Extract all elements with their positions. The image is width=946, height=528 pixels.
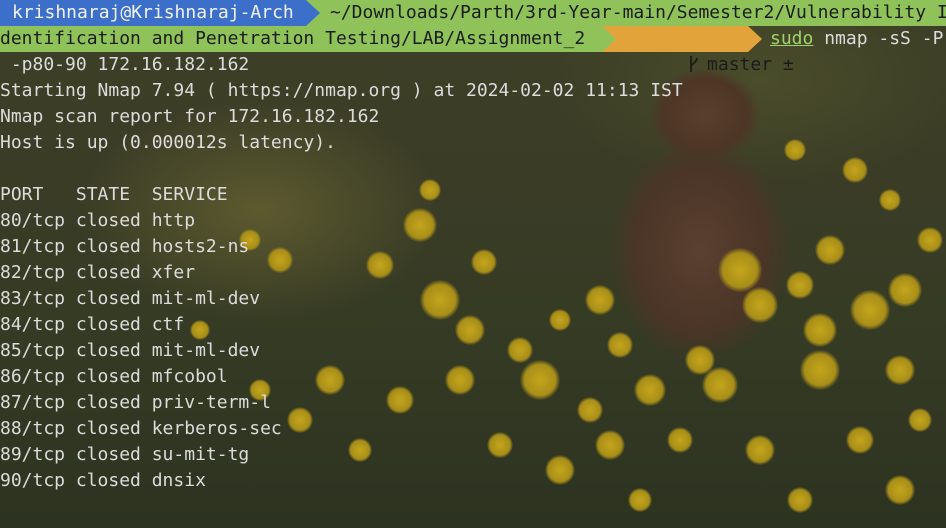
port-row: 81/tcp closed hosts2-ns — [0, 236, 250, 257]
port-row: 80/tcp closed http — [0, 210, 196, 231]
command-args: nmap -sS -P — [813, 28, 944, 49]
git-branch-icon — [690, 56, 698, 72]
output-line: PORT STATE SERVICE — [0, 184, 228, 205]
port-row: 87/tcp closed priv-term-l — [0, 392, 271, 413]
prompt-separator-arrow — [602, 26, 616, 52]
command-sudo: sudo — [770, 28, 814, 49]
output-line: Nmap scan report for 172.16.182.162 — [0, 106, 380, 127]
prompt-separator-arrow — [748, 26, 762, 52]
port-row: 85/tcp closed mit-ml-dev — [0, 340, 261, 361]
output-line: Starting Nmap 7.94 ( https://nmap.org ) … — [0, 80, 683, 101]
prompt-line-1: krishnaraj@Krishnaraj-Arch ~/Downloads/P… — [0, 0, 946, 26]
port-row: 90/tcp closed dnsix — [0, 470, 206, 491]
port-row: 86/tcp closed mfcobol — [0, 366, 228, 387]
git-branch-name: master ± — [707, 54, 794, 75]
prompt-line-2: dentification and Penetration Testing/LA… — [0, 26, 946, 75]
command-input[interactable]: sudo nmap -sS -P — [770, 26, 943, 52]
port-row: 84/tcp closed ctf — [0, 314, 185, 335]
port-row: 89/tcp closed su-mit-tg — [0, 444, 250, 465]
prompt-path-line-1: ~/Downloads/Parth/3rd-Year-main/Semester… — [320, 0, 946, 26]
port-row: 82/tcp closed xfer — [0, 262, 196, 283]
port-row: 83/tcp closed mit-ml-dev — [0, 288, 261, 309]
output-line: Host is up (0.000012s latency). — [0, 132, 336, 153]
command-continuation: -p80-90 172.16.182.162 — [0, 54, 250, 75]
port-row: 88/tcp closed kerberos-sec — [0, 418, 282, 439]
prompt-separator-arrow — [306, 0, 320, 26]
prompt-path-line-2: dentification and Penetration Testing/LA… — [0, 26, 602, 52]
prompt-git-segment: master ± — [616, 26, 794, 75]
terminal-window[interactable]: krishnaraj@Krishnaraj-Arch ~/Downloads/P… — [0, 0, 946, 528]
prompt-user-host: krishnaraj@Krishnaraj-Arch — [0, 0, 306, 26]
